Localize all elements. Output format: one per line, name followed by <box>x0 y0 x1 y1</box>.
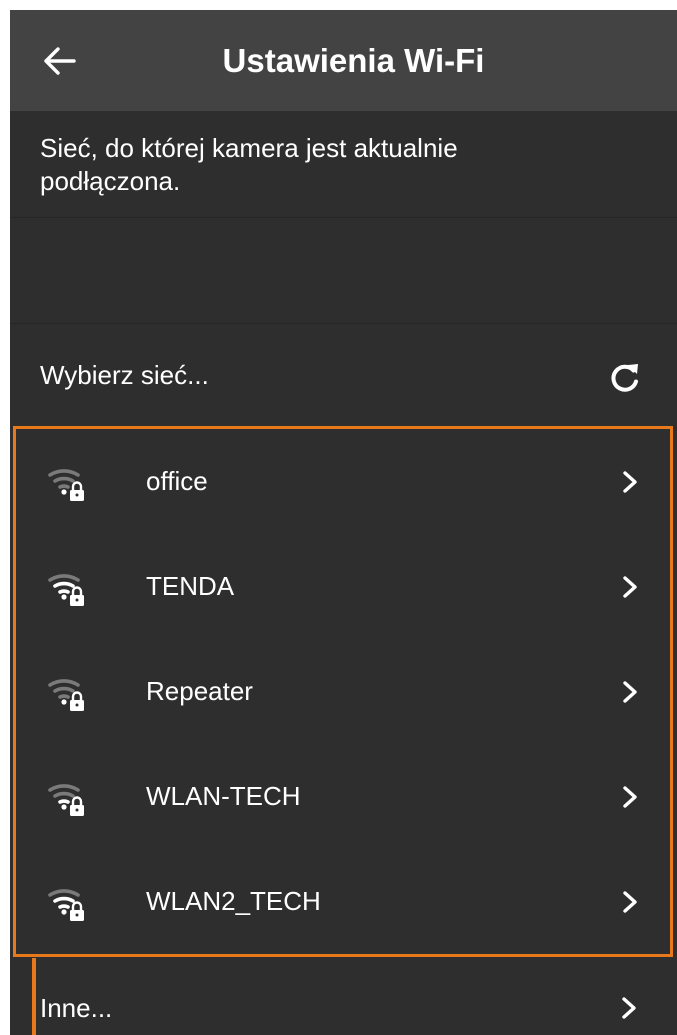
wifi-locked-icon <box>48 679 84 711</box>
chevron-right-icon <box>622 997 636 1019</box>
network-name: Repeater <box>146 676 253 706</box>
other-network-label: Inne... <box>40 993 113 1023</box>
network-item[interactable]: WLAN2_TECH <box>16 849 670 954</box>
network-name: office <box>146 466 208 496</box>
wifi-locked-icon <box>48 574 84 606</box>
connected-network-slot <box>10 218 677 324</box>
refresh-icon <box>611 364 638 392</box>
network-name: WLAN2_TECH <box>146 886 321 916</box>
other-network-row[interactable]: Inne... <box>10 958 677 1035</box>
network-name: WLAN-TECH <box>146 781 301 811</box>
refresh-button[interactable] <box>606 359 644 397</box>
current-network-section: Sieć, do której kamera jest aktualnie po… <box>10 111 677 218</box>
highlight-marker <box>32 958 36 1035</box>
chevron-right-icon <box>623 471 637 493</box>
network-name: TENDA <box>146 571 235 601</box>
choose-network-label: Wybierz sieć... <box>40 360 209 390</box>
top-app-bar: Ustawienia Wi-Fi <box>10 10 677 111</box>
choose-network-row: Wybierz sieć... <box>10 324 677 426</box>
network-list: office TENDA Repeater WLAN-TECH WLAN2_TECH <box>13 426 673 957</box>
chevron-right-icon <box>623 786 637 808</box>
page-title: Ustawienia Wi-Fi <box>222 42 485 79</box>
network-item[interactable]: WLAN-TECH <box>16 744 670 849</box>
network-item[interactable]: office <box>16 429 670 534</box>
chevron-right-icon <box>623 681 637 703</box>
network-item[interactable]: TENDA <box>16 534 670 639</box>
wifi-locked-icon <box>48 889 84 921</box>
current-network-description: Sieć, do której kamera jest aktualnie po… <box>40 133 458 196</box>
network-item[interactable]: Repeater <box>16 639 670 744</box>
wifi-locked-icon <box>48 784 84 816</box>
chevron-right-icon <box>623 891 637 913</box>
screen: Ustawienia Wi-Fi Sieć, do której kamera … <box>0 0 677 1035</box>
wifi-locked-icon <box>48 469 84 501</box>
wifi-settings-app: Ustawienia Wi-Fi Sieć, do której kamera … <box>10 10 677 1035</box>
chevron-right-icon <box>623 576 637 598</box>
